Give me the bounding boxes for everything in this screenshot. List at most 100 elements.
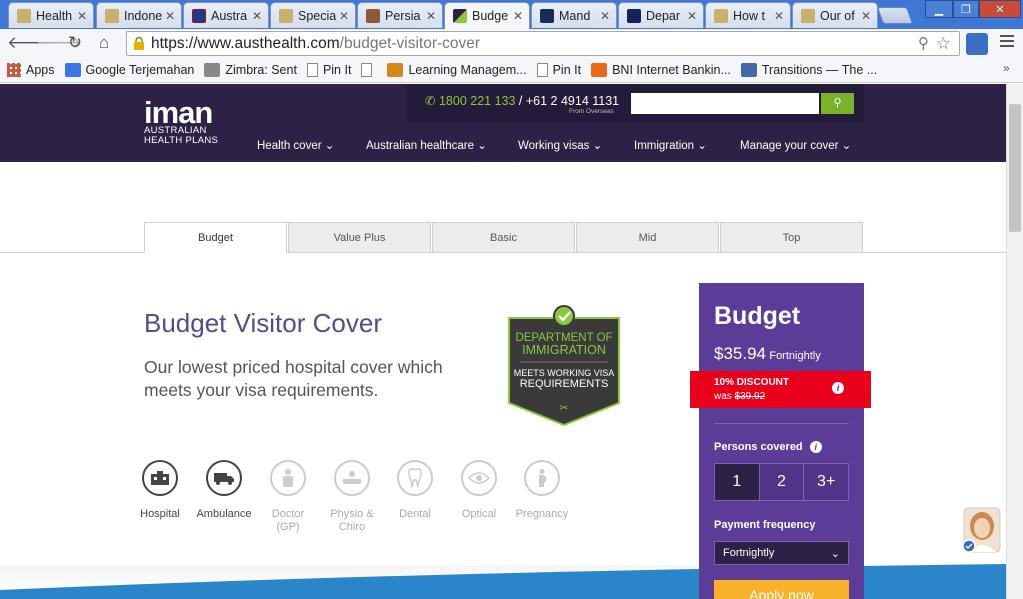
flag-icon — [192, 8, 206, 23]
logo[interactable]: iman AUSTRALIAN HEALTH PLANS — [144, 97, 218, 146]
forward-icon[interactable]: 🡒 — [36, 33, 82, 53]
ambulance-icon — [206, 460, 242, 496]
close-icon[interactable]: ✕ — [165, 9, 175, 23]
persons-option-3plus[interactable]: 3+ — [804, 464, 849, 500]
feature-pregnancy: Pregnancy — [512, 460, 572, 521]
browser-tab[interactable]: How t ✕ — [705, 2, 791, 28]
search-icon: ⚲ — [833, 97, 842, 109]
reload-icon[interactable]: ↻ — [65, 33, 85, 53]
bookmark-item[interactable]: Learning Managem... — [387, 63, 527, 77]
nav-manage-your-cover[interactable]: Manage your cover ⌄ — [740, 138, 851, 152]
bookmark-item[interactable]: Pin It — [306, 63, 351, 77]
panel-title: Budget — [714, 302, 801, 330]
persons-option-1[interactable]: 1 — [715, 464, 760, 500]
frequency-select[interactable]: Fortnightly ⌄ — [714, 541, 849, 565]
phone-icon: ✆ — [425, 94, 436, 108]
crest-icon — [279, 8, 293, 23]
back-icon[interactable]: 🡐 — [7, 33, 53, 53]
bookmark-item[interactable]: BNI Internet Bankin... — [591, 63, 731, 77]
minimize-button[interactable]: ▁ — [925, 0, 953, 18]
frequency-label: Payment frequency — [714, 519, 816, 531]
chevron-down-icon: ⌄ — [324, 140, 335, 152]
nav-working-visas[interactable]: Working visas ⌄ — [518, 138, 602, 152]
shield-icon — [627, 8, 641, 23]
svg-text:✂: ✂ — [560, 403, 568, 414]
immigration-badge: ✂ — [508, 305, 620, 427]
bookmark-star-icon[interactable]: ☆ — [936, 34, 951, 54]
crest-icon — [17, 8, 31, 23]
bookmark-item[interactable]: Pin It — [536, 63, 581, 77]
building-icon — [740, 63, 757, 77]
info-icon[interactable]: i — [809, 441, 822, 453]
tab-top[interactable]: Top — [720, 222, 863, 253]
browser-tab-active[interactable]: Budge ✕ — [444, 2, 530, 29]
tab-basic[interactable]: Basic — [432, 222, 575, 253]
info-icon[interactable]: i — [832, 382, 844, 394]
browser-tab[interactable]: Specia ✕ — [270, 2, 356, 28]
tab-mid[interactable]: Mid — [576, 222, 719, 253]
chevron-down-icon: ⌄ — [477, 140, 487, 152]
browser-tab[interactable]: Our of ✕ — [792, 2, 878, 28]
badge-subtitle: MEETS WORKING VISA REQUIREMENTS — [513, 368, 615, 390]
tab-value-plus[interactable]: Value Plus — [288, 222, 431, 253]
bookmark-item[interactable]: Google Terjemahan — [64, 63, 194, 77]
close-icon[interactable]: ✕ — [426, 9, 436, 23]
nav-health-cover[interactable]: Health cover ⌄ — [257, 138, 334, 152]
close-icon[interactable]: ✕ — [861, 9, 871, 23]
tab-budget[interactable]: Budget — [144, 222, 287, 253]
browser-tab[interactable]: Indone ✕ — [96, 2, 182, 28]
physio-icon — [334, 460, 370, 496]
browser-tab[interactable]: Mand ✕ — [531, 2, 617, 28]
page-icon — [536, 63, 548, 77]
home-icon[interactable]: ⌂ — [94, 33, 114, 53]
feature-optical: Optical — [449, 460, 509, 521]
hospital-icon — [142, 460, 178, 496]
close-icon[interactable]: ✕ — [687, 9, 697, 23]
site-search-button[interactable]: ⚲ — [821, 93, 854, 114]
address-bar[interactable]: https://www.austhealth.com/budget-visito… — [126, 31, 960, 56]
browser-tab[interactable]: Persia ✕ — [357, 2, 443, 28]
close-window-button[interactable]: ✕ — [979, 0, 1021, 18]
chevron-down-icon: ⌄ — [841, 140, 852, 152]
scrollbar-thumb[interactable] — [1009, 104, 1021, 232]
browser-tab-strip: Health ✕ Indone ✕ Austra ✕ Specia ✕ Persia ✕ … — [0, 0, 1023, 29]
close-icon[interactable]: ✕ — [252, 9, 262, 23]
lock-icon — [134, 37, 144, 50]
zimbra-icon — [204, 63, 221, 77]
nav-australian-healthcare[interactable]: Australian healthcare ⌄ — [366, 138, 487, 152]
more-bookmarks-icon[interactable]: » — [1003, 61, 1010, 75]
page-title: Budget Visitor Cover — [144, 308, 382, 338]
page-icon — [306, 63, 318, 77]
bookmark-apps[interactable]: Apps — [7, 63, 55, 77]
bookmark-item[interactable]: Transitions — The ... — [740, 63, 877, 77]
apply-now-button[interactable]: Apply now — [714, 580, 849, 599]
site-search-input[interactable] — [631, 93, 819, 114]
menu-icon[interactable] — [1000, 35, 1014, 49]
close-icon[interactable]: ✕ — [774, 9, 784, 23]
extension-icon[interactable] — [966, 33, 988, 55]
persons-label: Persons covered i — [714, 441, 822, 453]
bookmark-item[interactable] — [361, 63, 377, 77]
browser-tab[interactable]: Austra ✕ — [183, 2, 269, 28]
new-tab-button[interactable] — [876, 7, 914, 24]
nav-immigration[interactable]: Immigration ⌄ — [634, 138, 707, 152]
phone-numbers[interactable]: ✆ 1800 221 133 / +61 2 4914 1131 — [425, 93, 619, 108]
page-lead: Our lowest priced hospital cover which m… — [144, 357, 443, 400]
browser-tab[interactable]: Depar ✕ — [618, 2, 704, 28]
close-icon[interactable]: ✕ — [600, 9, 610, 23]
live-chat-avatar[interactable] — [962, 506, 1002, 556]
page-icon — [361, 63, 373, 77]
overseas-label: From Overseas — [569, 108, 614, 115]
zoom-icon[interactable]: ⚲ — [918, 34, 929, 52]
lms-icon — [387, 63, 404, 77]
close-icon[interactable]: ✕ — [513, 9, 523, 23]
chevron-down-icon: ⌄ — [830, 547, 840, 560]
close-icon[interactable]: ✕ — [339, 9, 349, 23]
maximize-button[interactable]: ❐ — [953, 0, 979, 18]
discount-banner: 10% DISCOUNT was $39.92 i — [690, 371, 871, 408]
close-icon[interactable]: ✕ — [77, 9, 87, 23]
eye-icon — [461, 460, 497, 496]
bookmark-item[interactable]: Zimbra: Sent — [204, 63, 297, 77]
browser-tab[interactable]: Health ✕ — [8, 2, 94, 28]
persons-option-2[interactable]: 2 — [759, 464, 805, 500]
